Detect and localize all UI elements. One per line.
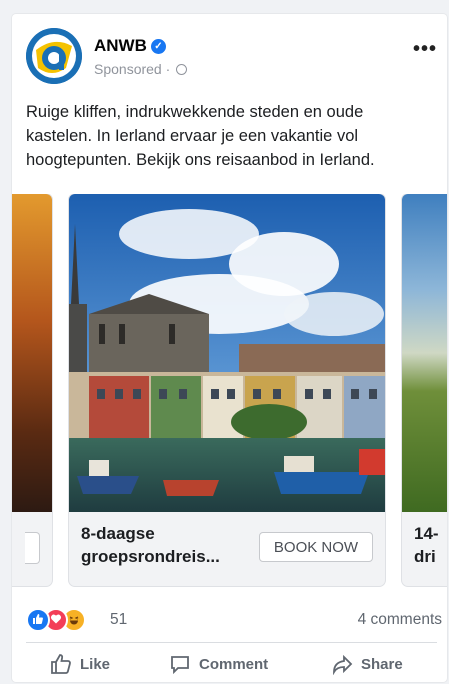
anwb-logo-icon[interactable] [26, 28, 82, 84]
ad-post-card: ANWB ✓ Sponsored · ••• Ruige kliffen, ind… [12, 14, 447, 682]
more-options-button[interactable]: ••• [413, 38, 437, 61]
post-header: ANWB ✓ Sponsored · ••• [26, 28, 437, 88]
carousel-card-caption[interactable]: 8-daagse groepsrondreis... [81, 522, 251, 568]
globe-icon [176, 64, 188, 75]
thumbs-up-icon [51, 654, 71, 674]
carousel-card-previous[interactable] [12, 194, 52, 586]
divider [26, 642, 437, 643]
reaction-count[interactable]: 51 [110, 611, 127, 629]
share-arrow-icon [333, 654, 353, 676]
post-action-bar: Like Comment Share [26, 650, 437, 680]
comment-bubble-icon [171, 656, 189, 675]
carousel-image[interactable] [12, 194, 52, 512]
comment-button[interactable]: Comment [169, 650, 268, 680]
book-now-button-partial[interactable] [25, 532, 40, 564]
carousel-image-cobh-harbour[interactable] [69, 194, 385, 512]
comments-count-link[interactable]: 4 comments [358, 611, 442, 629]
book-now-button[interactable]: BOOK NOW [259, 532, 373, 562]
carousel-card-caption-partial[interactable]: 14- dri [414, 522, 447, 568]
carousel[interactable]: 8-daagse groepsrondreis... BOOK NOW 14- … [12, 194, 447, 590]
reactions-bar: 51 4 comments [26, 606, 442, 632]
page-name[interactable]: ANWB ✓ [94, 36, 166, 56]
carousel-image[interactable] [402, 194, 447, 512]
carousel-card[interactable]: 8-daagse groepsrondreis... BOOK NOW [69, 194, 385, 586]
sponsored-label[interactable]: Sponsored · [94, 61, 188, 77]
post-text: Ruige kliffen, indrukwekkende steden en … [26, 103, 375, 169]
carousel-card-next[interactable]: 14- dri [402, 194, 447, 586]
like-button[interactable]: Like [50, 650, 110, 680]
share-button[interactable]: Share [331, 650, 403, 680]
like-reaction-icon[interactable] [26, 608, 50, 632]
verified-badge-icon: ✓ [150, 39, 166, 54]
